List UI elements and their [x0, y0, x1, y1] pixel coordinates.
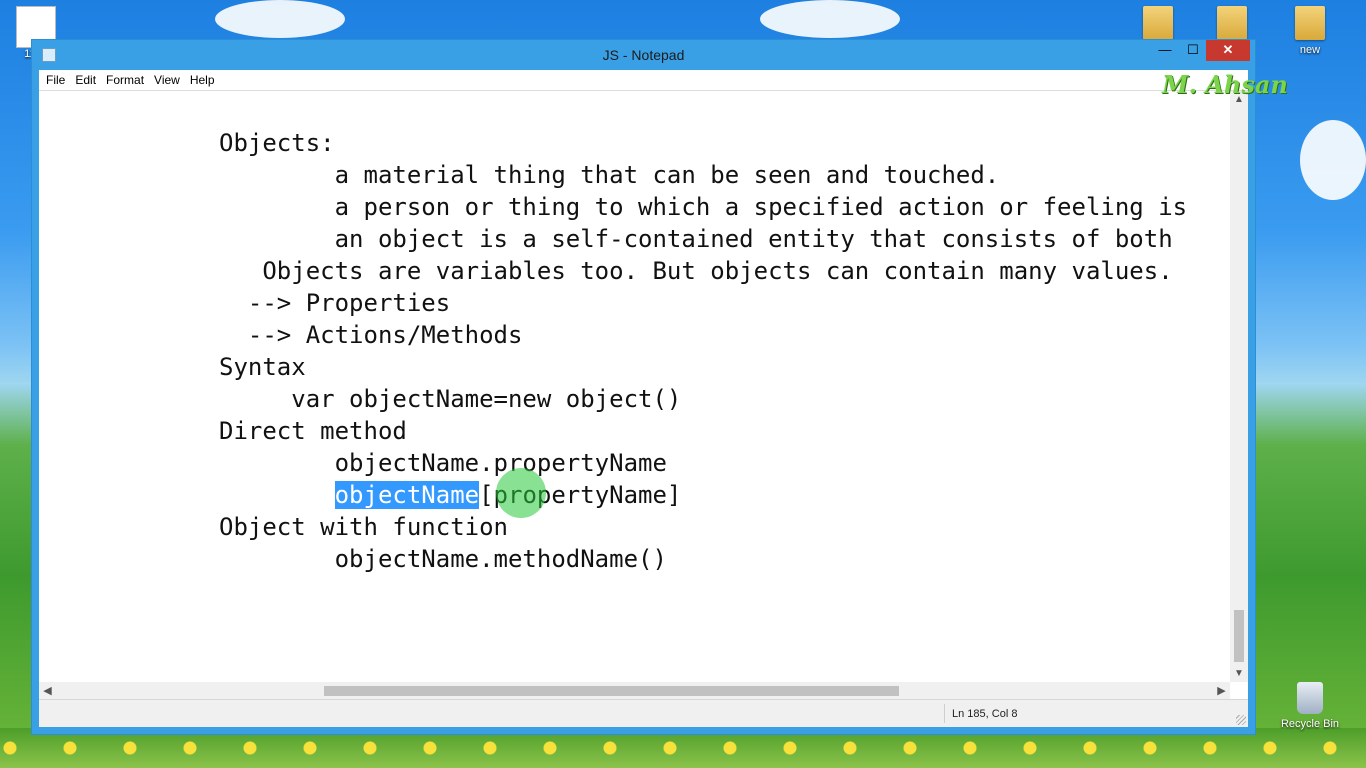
minimize-button[interactable]: — — [1151, 40, 1179, 61]
text-line: Objects are variables too. But objects c… — [219, 257, 1173, 285]
desktop-icon-label: new — [1299, 44, 1321, 56]
vertical-scroll-thumb[interactable] — [1234, 610, 1244, 662]
horizontal-scrollbar[interactable]: ◀ ▶ — [39, 682, 1230, 700]
text-line: objectName.methodName() — [219, 545, 667, 573]
text-line: Objects: — [219, 129, 335, 157]
cloud — [760, 0, 900, 38]
folder-icon — [1217, 6, 1247, 40]
text-line-selected: objectName[propertyName] — [219, 479, 681, 511]
text-editor[interactable]: Objects: a material thing that can be se… — [39, 90, 1248, 700]
recycle-bin[interactable]: Recycle Bin — [1280, 682, 1340, 730]
resize-grip-icon[interactable] — [1236, 715, 1246, 725]
text-line: Object with function — [219, 513, 508, 541]
text-line: objectName.propertyName — [219, 449, 667, 477]
cloud — [1300, 120, 1366, 200]
menu-file[interactable]: File — [39, 70, 70, 87]
scroll-right-icon[interactable]: ▶ — [1213, 682, 1230, 700]
close-button[interactable]: ✕ — [1206, 40, 1250, 61]
text-line: Direct method — [219, 417, 407, 445]
vertical-scrollbar[interactable]: ▲ ▼ — [1230, 91, 1248, 682]
title-bar[interactable]: JS - Notepad — ☐ ✕ — [32, 40, 1255, 70]
menu-edit[interactable]: Edit — [70, 70, 101, 87]
maximize-button[interactable]: ☐ — [1179, 40, 1207, 61]
cursor-position: Ln 185, Col 8 — [952, 708, 1018, 720]
menu-help[interactable]: Help — [185, 70, 220, 87]
text-line: a person or thing to which a specified a… — [219, 193, 1188, 221]
scroll-left-icon[interactable]: ◀ — [39, 682, 56, 700]
text-area[interactable]: Objects: a material thing that can be se… — [39, 91, 1230, 682]
horizontal-scroll-thumb[interactable] — [324, 686, 899, 696]
text-line: Syntax — [219, 353, 306, 381]
text-line: --> Actions/Methods — [219, 321, 523, 349]
text-line: an object is a self-contained entity tha… — [219, 225, 1173, 253]
cloud — [215, 0, 345, 38]
folder-icon — [1143, 6, 1173, 40]
menu-view[interactable]: View — [149, 70, 185, 87]
text-line: var objectName=new object() — [219, 385, 682, 413]
menu-format[interactable]: Format — [101, 70, 149, 87]
watermark: M. Ahsan — [1162, 70, 1288, 99]
desktop-icon-label: Recycle Bin — [1280, 718, 1340, 730]
status-divider — [944, 704, 945, 723]
text-line: a material thing that can be seen and to… — [219, 161, 1000, 189]
text-line: --> Properties — [219, 289, 451, 317]
scroll-down-icon[interactable]: ▼ — [1230, 665, 1248, 682]
folder-icon — [1295, 6, 1325, 40]
mouse-cursor-highlight — [496, 468, 546, 518]
notepad-window: JS - Notepad — ☐ ✕ File Edit Format View Hel… — [31, 39, 1256, 735]
recycle-bin-icon — [1297, 682, 1323, 714]
window-title: JS - Notepad — [602, 47, 685, 63]
selected-text: objectName — [334, 481, 480, 509]
menu-bar: File Edit Format View Help — [39, 70, 1248, 90]
desktop-folder-new[interactable]: new — [1280, 6, 1340, 56]
status-bar: Ln 185, Col 8 — [39, 699, 1248, 727]
